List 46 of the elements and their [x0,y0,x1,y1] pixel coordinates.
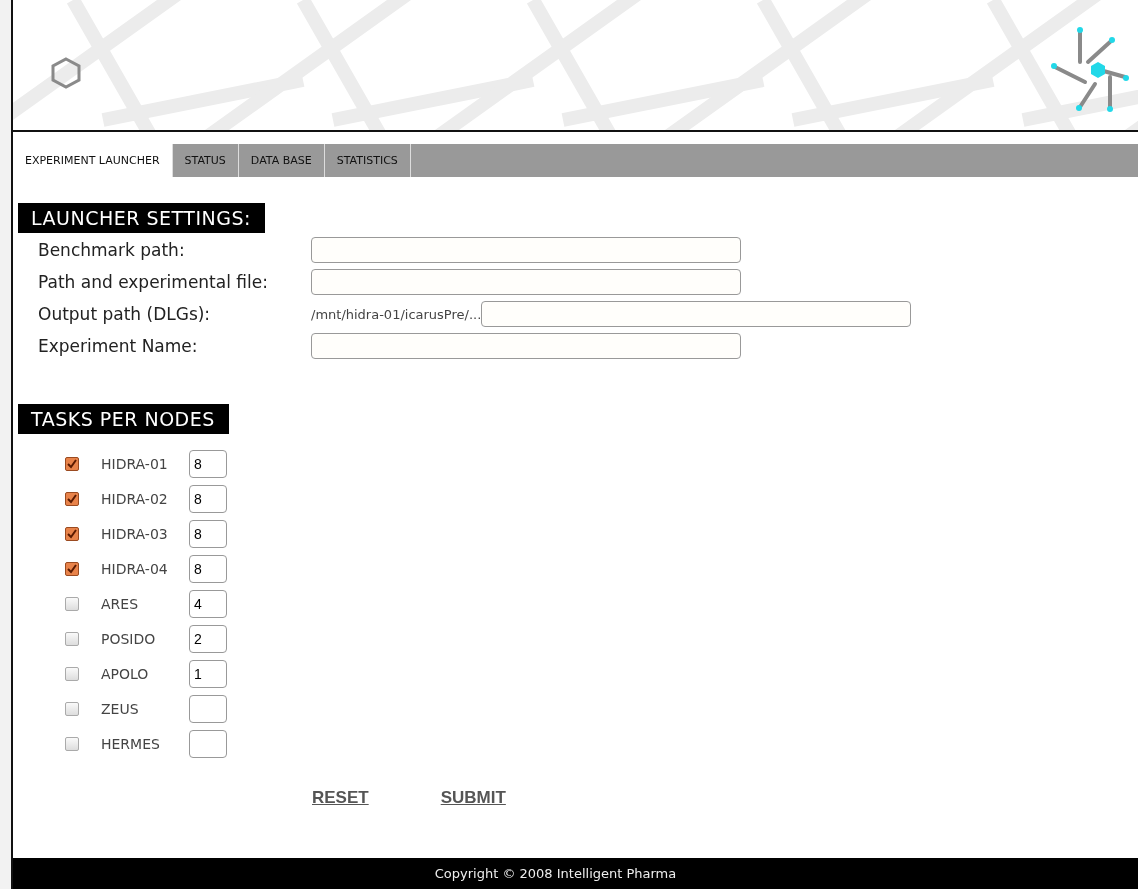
checkbox[interactable] [65,737,79,751]
node-name: HIDRA-03 [101,526,169,542]
field-label: Experiment Name: [38,336,199,356]
input-field[interactable] [189,695,227,723]
input-field[interactable] [481,301,912,327]
field-label: Benchmark path: [38,240,186,260]
input-field[interactable]: 1 [189,660,227,688]
input-field[interactable]: 8 [189,555,227,583]
checkbox[interactable] [65,562,79,576]
input-field[interactable]: 4 [189,590,227,618]
tab[interactable]: STATISTICS [324,144,411,177]
input-field[interactable] [311,269,741,295]
node-name: HIDRA-02 [101,491,169,507]
field-label: Output path (DLGs): [38,304,212,324]
link-button[interactable]: SUBMIT [440,788,506,808]
checkbox[interactable] [65,527,79,541]
node-name: ZEUS [101,701,140,717]
tab[interactable]: DATA BASE [238,144,325,177]
checkbox[interactable] [65,492,79,506]
checkbox[interactable] [65,597,79,611]
node-name: HIDRA-04 [101,561,169,577]
checkbox[interactable] [65,702,79,716]
hexagon-icon [51,57,81,89]
input-field[interactable]: 8 [189,520,227,548]
section-title: TASKS PER NODES [18,404,229,434]
link-button[interactable]: RESET [312,788,369,808]
path-prefix: /mnt/hidra-01/icarusPre/... [311,306,482,322]
tab[interactable]: EXPERIMENT LAUNCHER [13,144,173,177]
input-field[interactable] [311,333,741,359]
node-name: HIDRA-01 [101,456,169,472]
tab[interactable]: STATUS [172,144,239,177]
node-name: HERMES [101,736,161,752]
field-label: Path and experimental file: [38,272,269,292]
section-title: LAUNCHER SETTINGS: [18,203,265,233]
checkbox[interactable] [65,632,79,646]
input-field[interactable] [311,237,741,263]
input-field[interactable] [189,730,227,758]
node-name: APOLO [101,666,150,682]
checkbox[interactable] [65,457,79,471]
node-name: ARES [101,596,140,612]
input-field[interactable]: 8 [189,485,227,513]
input-field[interactable]: 8 [189,450,227,478]
input-field[interactable]: 2 [189,625,227,653]
node-name: POSIDO [101,631,157,647]
checkbox[interactable] [65,667,79,681]
copyright-text: Copyright © 2008 Intelligent Pharma [434,866,677,881]
